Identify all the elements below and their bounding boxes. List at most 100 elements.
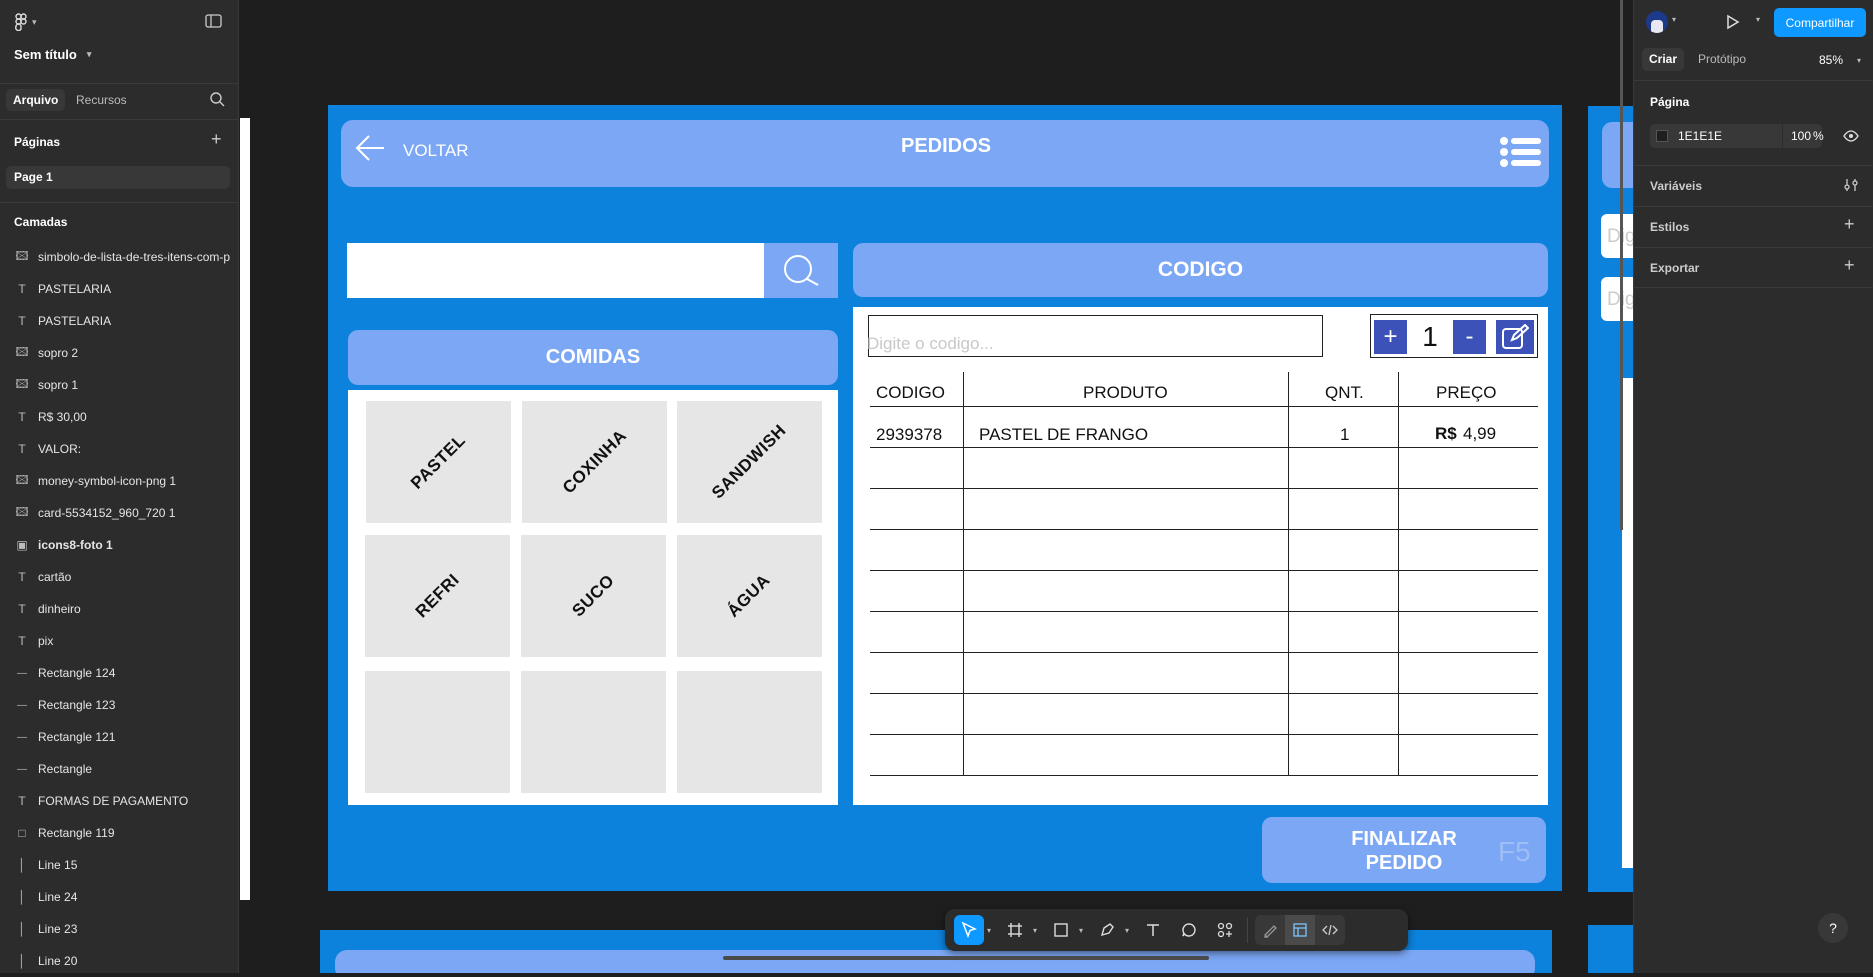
chevron-down-icon[interactable]: ▾ [1756,15,1760,24]
layer-name: Line 24 [38,890,78,904]
side-input-peek: Dig [1601,214,1633,258]
chevron-down-icon[interactable]: ▾ [987,926,991,935]
layer-item[interactable]: — Rectangle 124 [0,657,238,689]
layer-item[interactable]: │ Line 15 [0,849,238,881]
food-tile-coxinha[interactable]: COXINHA [522,401,667,523]
layer-item[interactable]: Tcartão [0,561,238,593]
move-tool-icon[interactable] [954,915,984,945]
layer-item[interactable]: Tpix [0,625,238,657]
food-tile-empty[interactable] [521,671,666,793]
layer-item[interactable]: — Rectangle [0,753,238,785]
add-style-icon[interactable]: + [1844,214,1855,235]
zoom-control[interactable]: 85% ▾ [1819,53,1861,67]
rectangle-tool-icon[interactable] [1046,915,1076,945]
vertical-scrollbar[interactable] [1620,0,1623,530]
chevron-down-icon[interactable]: ▾ [1125,926,1129,935]
figma-menu-button[interactable]: ▾ [14,13,37,31]
avatar[interactable] [1646,11,1668,33]
pedidos-frame[interactable]: VOLTAR PEDIDOS CODIGO COMIDAS PASTEL COX… [328,105,1562,891]
percent-sign: % [1813,129,1824,143]
search-input[interactable] [347,243,764,298]
page-item-page-1[interactable]: Page 1 [6,166,230,189]
food-tile-refri[interactable]: REFRI [365,535,510,657]
side-frame-peek[interactable]: Dig Dig [1588,106,1633,892]
table-row-line [870,447,1538,448]
chevron-down-icon[interactable]: ▾ [1672,15,1676,24]
comment-tool-icon[interactable] [1174,915,1204,945]
search-button[interactable] [764,243,838,298]
pen-tool-icon[interactable] [1092,915,1122,945]
food-tile-suco[interactable]: SUCO [521,535,666,657]
finish-order-button[interactable]: FINALIZAR PEDIDO F5 [1262,817,1546,883]
chevron-down-icon[interactable]: ▾ [1079,926,1083,935]
share-button[interactable]: Compartilhar [1774,8,1866,37]
tab-criar[interactable]: Criar [1642,48,1685,71]
frame-tool-icon[interactable] [1000,915,1030,945]
food-tile-sandwish[interactable]: SANDWISH [677,401,822,523]
export-section[interactable]: Exportar [1650,261,1699,275]
present-icon[interactable] [1726,14,1740,33]
layer-item[interactable]: — Rectangle 121 [0,721,238,753]
layer-item[interactable]: T VALOR: [0,433,238,465]
styles-section[interactable]: Estilos [1650,220,1689,234]
dev-mode-icon[interactable] [1315,915,1346,945]
layer-item[interactable]: 🖾 money-symbol-icon-png 1 [0,465,238,497]
layer-item[interactable]: T R$ 30,00 [0,401,238,433]
back-label[interactable]: VOLTAR [403,141,469,161]
layer-name: Rectangle 119 [38,826,115,840]
tab-recursos[interactable]: Recursos [76,89,127,111]
layer-item[interactable]: │ Line 24 [0,881,238,913]
edit-button[interactable] [1496,320,1534,354]
tab-arquivo[interactable]: Arquivo [6,89,66,111]
layer-item[interactable]: T FORMAS DE PAGAMENTO [0,785,238,817]
layer-item[interactable]: 🖾 card-5534152_960_720 1 [0,497,238,529]
sidebar-toggle-icon[interactable] [205,14,223,31]
layer-item[interactable]: T PASTELARIA [0,273,238,305]
tab-prototipo[interactable]: Protótipo [1698,48,1746,71]
food-tile-empty[interactable] [365,671,510,793]
table-cell-product: PASTEL DE FRANGO [979,425,1149,444]
add-page-icon[interactable]: + [211,129,222,150]
back-arrow-icon[interactable] [354,132,388,169]
layer-item[interactable]: 🖾 simbolo-de-lista-de-tres-itens-com-p [0,241,238,273]
layer-item[interactable]: 🖾 sopro 2 [0,337,238,369]
layer-item[interactable]: │ Line 23 [0,913,238,945]
food-tile-empty[interactable] [677,671,822,793]
layer-item[interactable]: □ Rectangle 119 [0,817,238,849]
layer-name: Rectangle [38,762,93,776]
layer-item[interactable]: │ Line 20 [0,945,238,977]
variables-settings-icon[interactable] [1843,178,1859,195]
food-tile-pastel[interactable]: PASTEL [366,401,511,523]
minus-button[interactable]: - [1453,320,1486,354]
food-tile-agua[interactable]: ÁGUA [677,535,822,657]
layer-item[interactable]: Tdinheiro [0,593,238,625]
text-tool-icon[interactable] [1138,915,1168,945]
file-name[interactable]: Sem título ▾ [14,47,91,62]
menu-list-icon[interactable] [1499,136,1543,173]
actions-tool-icon[interactable] [1210,915,1240,945]
image-layer-icon: 🖾 [15,504,29,519]
layer-item[interactable]: — Rectangle 123 [0,689,238,721]
variables-section[interactable]: Variáveis [1650,179,1702,193]
eye-icon[interactable] [1843,130,1859,145]
layer-name: sopro 2 [38,346,79,360]
plus-button[interactable]: + [1374,320,1407,354]
add-export-icon[interactable]: + [1844,255,1855,276]
horizontal-scrollbar[interactable] [723,956,1209,960]
table-row-line [870,529,1538,530]
layer-name: PASTELARIA [38,314,112,328]
line-layer-icon: — [17,667,27,679]
canvas[interactable]: VOLTAR PEDIDOS CODIGO COMIDAS PASTEL COX… [240,0,1633,973]
design-mode-icon[interactable] [1285,915,1316,945]
draw-mode-icon[interactable] [1255,915,1286,945]
layer-name: cartão [38,570,72,584]
layer-item[interactable]: 🖾 sopro 1 [0,369,238,401]
search-icon[interactable] [210,92,225,110]
layer-item[interactable]: ▣ icons8-foto 1 [0,529,238,561]
chevron-down-icon[interactable]: ▾ [1033,926,1037,935]
help-button[interactable]: ? [1818,913,1848,943]
toolbar-divider [1247,917,1249,943]
text-layer-icon: T [18,570,26,584]
page-color-field[interactable]: 1E1E1E 100 % [1650,124,1824,148]
layer-item[interactable]: T PASTELARIA [0,305,238,337]
